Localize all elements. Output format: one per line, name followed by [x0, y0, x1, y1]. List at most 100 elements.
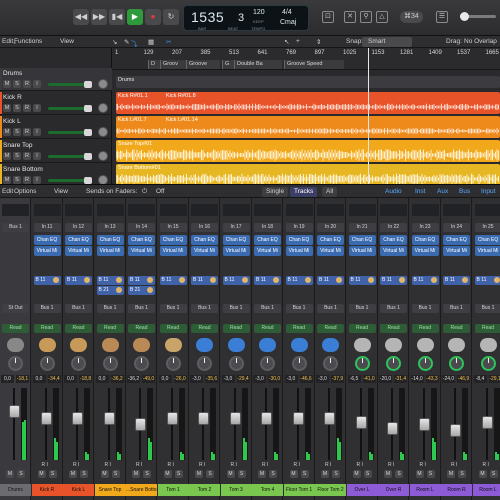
channel-name[interactable]: Room L	[409, 484, 441, 496]
send-knob[interactable]	[147, 287, 153, 293]
volume-readout[interactable]: 0,0	[1, 375, 14, 383]
plugin-slot[interactable]: Chan EQ	[317, 235, 344, 245]
functions-menu[interactable]: Functions	[14, 38, 42, 45]
volume-readout[interactable]: -8,4	[473, 375, 487, 383]
record-enable-button[interactable]: R	[23, 128, 31, 136]
solo-button[interactable]: S	[458, 470, 466, 478]
eq-thumbnail[interactable]	[317, 204, 344, 216]
send-knob[interactable]	[462, 277, 468, 283]
marker[interactable]: G	[222, 60, 234, 69]
drum-icon[interactable]	[259, 338, 276, 352]
solo-button[interactable]: S	[206, 470, 214, 478]
input-monitor-button[interactable]: I	[33, 104, 41, 112]
send-slot[interactable]: B 11	[159, 276, 187, 285]
drum-icon[interactable]	[38, 338, 56, 352]
send-slot[interactable]: B 11	[285, 276, 313, 285]
send-slot[interactable]: B 11	[348, 276, 376, 285]
track-volume-slider[interactable]	[48, 81, 92, 88]
volume-fader[interactable]	[355, 416, 367, 429]
output-slot[interactable]: Bus 1	[96, 304, 124, 313]
record-input-buttons[interactable]: R I	[357, 462, 371, 469]
mixer-options-menu[interactable]: Options	[14, 188, 36, 195]
pan-knob[interactable]	[165, 356, 181, 371]
input-monitor-button[interactable]: I	[33, 176, 41, 184]
volume-fader[interactable]	[9, 405, 20, 418]
send-knob[interactable]	[336, 277, 342, 283]
channel-name[interactable]: Floor Tom 2	[315, 484, 346, 496]
record-button[interactable]: ●	[145, 9, 161, 25]
mute-button[interactable]: M	[289, 470, 298, 478]
volume-readout[interactable]: -24,0	[442, 375, 455, 383]
track-volume-slider[interactable]	[48, 105, 92, 112]
pan-knob[interactable]	[8, 356, 23, 371]
record-input-buttons[interactable]: R I	[231, 462, 245, 469]
channel-name[interactable]: Tom 1	[157, 484, 189, 496]
channel-name[interactable]: Kick L	[63, 484, 94, 496]
mute-button[interactable]: M	[195, 470, 203, 478]
filter-bus[interactable]: Bus	[456, 187, 473, 197]
snare-top-region[interactable]: Snare Top#01	[116, 140, 500, 162]
channel-name[interactable]: ...Snare Bottom	[126, 484, 157, 496]
eq-thumbnail[interactable]	[348, 204, 376, 216]
automation-read[interactable]: Read	[285, 324, 313, 333]
cycle-icon[interactable]: ↻	[163, 9, 179, 25]
track-volume-slider[interactable]	[48, 177, 92, 184]
filter-inst[interactable]: Inst	[412, 187, 428, 197]
tracks-button[interactable]: Tracks	[290, 187, 318, 197]
pan-knob[interactable]	[480, 356, 496, 371]
record-input-buttons[interactable]: R I	[73, 462, 87, 469]
channel-name[interactable]: Kick R	[31, 484, 63, 496]
drums-folder-region[interactable]: Drums	[116, 76, 500, 88]
eq-thumbnail[interactable]	[128, 204, 155, 216]
input-monitor-button[interactable]: I	[33, 128, 41, 136]
volume-fader[interactable]	[135, 418, 146, 431]
power-icon[interactable]: ⏻	[142, 188, 147, 196]
plugin-slot[interactable]: Virtual Mi	[128, 246, 155, 256]
plugin-slot[interactable]: Virtual Mi	[348, 246, 376, 256]
solo-button[interactable]: S	[13, 176, 21, 184]
eq-thumbnail[interactable]	[33, 204, 61, 216]
automation-read[interactable]: Read	[411, 324, 439, 333]
mute-button[interactable]: M	[478, 470, 487, 478]
plugin-slot[interactable]: Virtual Mi	[254, 246, 281, 256]
send-knob[interactable]	[304, 277, 311, 283]
marker[interactable]: Double Ba	[234, 60, 282, 69]
volume-fader[interactable]	[261, 412, 272, 425]
drum-icon[interactable]	[322, 338, 339, 352]
output-slot[interactable]: Bus 1	[33, 304, 61, 313]
eq-thumbnail[interactable]	[2, 204, 29, 216]
record-enable-button[interactable]: R	[23, 152, 31, 160]
output-slot[interactable]: Bus 1	[191, 304, 218, 313]
send-slot[interactable]: B 11	[474, 276, 500, 285]
solo-button[interactable]: S	[80, 470, 88, 478]
plugin-slot[interactable]: Chan EQ	[191, 235, 218, 245]
drum-icon[interactable]	[164, 338, 182, 352]
marker[interactable]: Groove Speed	[284, 60, 344, 69]
pan-knob[interactable]	[98, 103, 108, 113]
fast-forward-icon[interactable]: ▶▶	[91, 9, 107, 25]
output-slot[interactable]: Bus 1	[474, 304, 500, 313]
eq-thumbnail[interactable]	[474, 204, 500, 216]
eq-thumbnail[interactable]	[159, 204, 187, 216]
send-slot[interactable]: B 11	[222, 276, 250, 285]
metronome-icon[interactable]: ⚲	[360, 11, 372, 23]
solo-button[interactable]: S	[48, 470, 57, 478]
pan-knob[interactable]	[134, 356, 149, 371]
solo-icon[interactable]: △	[376, 11, 388, 23]
plus-tool-icon[interactable]: +	[296, 38, 300, 45]
volume-fader[interactable]	[166, 412, 178, 425]
track-header[interactable]: Snare Top M S R I	[0, 140, 112, 163]
kick-l-region[interactable]: Kick L#01.7 Kick L#01.14	[116, 116, 500, 138]
automation-read[interactable]: Read	[317, 324, 344, 333]
drum-icon[interactable]	[416, 338, 434, 352]
waveform-zoom-icon[interactable]: ⇕	[316, 38, 321, 46]
plugin-slot[interactable]: Chan EQ	[254, 235, 281, 245]
input-monitor-button[interactable]: I	[33, 80, 41, 88]
solo-button[interactable]: S	[13, 104, 21, 112]
plugin-slot[interactable]: Chan EQ	[33, 235, 61, 245]
send-slot[interactable]: B 11	[65, 276, 92, 285]
eq-thumbnail[interactable]	[411, 204, 439, 216]
volume-fader[interactable]	[198, 412, 209, 425]
rewind-icon[interactable]: ◀◀	[73, 9, 89, 25]
solo-button[interactable]: S	[300, 470, 309, 478]
